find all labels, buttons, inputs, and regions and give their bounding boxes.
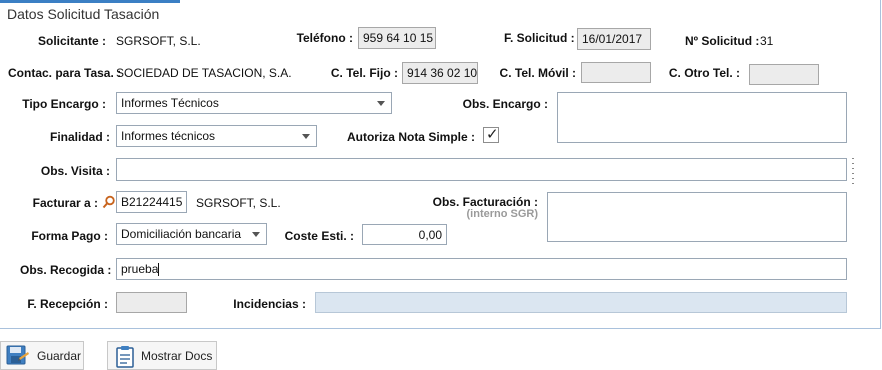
forma-pago-value: Domiciliación bancaria <box>121 227 242 241</box>
finalidad-label: Finalidad : <box>50 130 110 144</box>
solicitud-panel: Datos Solicitud Tasación Solicitante : S… <box>0 0 881 329</box>
telefono-label: Teléfono : <box>296 31 353 45</box>
autoriza-nota-label: Autoriza Nota Simple : <box>346 130 475 144</box>
incidencias-label: Incidencias : <box>233 297 306 311</box>
solicitante-value: SGRSOFT, S.L. <box>116 34 201 48</box>
obs-encargo-label: Obs. Encargo : <box>462 97 548 111</box>
clipboard-icon <box>116 346 134 368</box>
chevron-down-icon <box>252 232 260 237</box>
mostrar-docs-button[interactable]: Mostrar Docs <box>107 341 217 370</box>
check-icon: ✓ <box>486 126 499 143</box>
obs-facturacion-label: Obs. Facturación : <box>432 195 538 209</box>
tipo-encargo-value: Informes Técnicos <box>121 96 219 110</box>
n-solicitud-value: 31 <box>760 34 774 48</box>
c-tel-fijo-field[interactable]: 914 36 02 10 <box>402 62 478 84</box>
search-icon[interactable] <box>102 195 116 209</box>
c-tel-movil-label: C. Tel. Móvil : <box>499 66 576 80</box>
autoriza-nota-checkbox[interactable]: ✓ <box>483 126 499 143</box>
resize-handle <box>852 158 854 188</box>
guardar-button[interactable]: Guardar <box>0 341 84 370</box>
facturar-a-code-field[interactable]: B21224415 <box>116 191 187 213</box>
contac-tasa-label: Contac. para Tasa. : <box>8 66 122 80</box>
f-recepcion-label: F. Recepción : <box>27 297 108 311</box>
coste-esti-label: Coste Esti. : <box>284 229 354 243</box>
telefono-field[interactable]: 959 64 10 15 <box>358 27 436 49</box>
obs-facturacion-textarea[interactable] <box>547 192 847 242</box>
coste-esti-field[interactable]: 0,00 <box>362 224 447 245</box>
chevron-down-icon <box>302 134 310 139</box>
obs-recogida-field[interactable]: prueba <box>116 258 847 280</box>
panel-accent <box>0 0 180 3</box>
facturar-a-name: SGRSOFT, S.L. <box>196 196 281 210</box>
obs-visita-field[interactable] <box>116 158 847 181</box>
finalidad-value: Informes técnicos <box>121 129 216 143</box>
guardar-label: Guardar <box>37 349 82 363</box>
mostrar-docs-label: Mostrar Docs <box>141 349 213 363</box>
obs-recogida-label: Obs. Recogida : <box>20 263 112 277</box>
forma-pago-label: Forma Pago : <box>31 229 108 243</box>
obs-visita-label: Obs. Visita : <box>40 164 110 178</box>
solicitante-label: Solicitante : <box>37 34 106 48</box>
interno-sgr-note: (interno SGR) <box>466 208 539 220</box>
c-tel-fijo-label: C. Tel. Fijo : <box>330 66 398 80</box>
text-cursor <box>158 263 160 277</box>
incidencias-field[interactable] <box>315 292 847 313</box>
c-tel-movil-field[interactable] <box>581 62 651 83</box>
save-icon <box>6 345 29 365</box>
f-recepcion-field[interactable] <box>116 292 187 313</box>
facturar-a-label: Facturar a : <box>32 196 98 210</box>
c-otro-tel-label: C. Otro Tel. : <box>668 66 740 80</box>
n-solicitud-label: Nº Solicitud : <box>685 34 760 48</box>
f-solicitud-label: F. Solicitud : <box>504 31 575 45</box>
tipo-encargo-select[interactable]: Informes Técnicos <box>116 92 392 114</box>
obs-recogida-value: prueba <box>121 262 159 276</box>
tipo-encargo-label: Tipo Encargo : <box>22 97 106 111</box>
f-solicitud-field[interactable]: 16/01/2017 <box>577 28 651 50</box>
obs-encargo-textarea[interactable] <box>557 92 847 143</box>
chevron-down-icon <box>377 101 385 106</box>
finalidad-select[interactable]: Informes técnicos <box>116 125 317 147</box>
section-title: Datos Solicitud Tasación <box>7 6 160 22</box>
forma-pago-select[interactable]: Domiciliación bancaria <box>116 223 267 245</box>
c-otro-tel-field[interactable] <box>749 64 819 85</box>
contac-tasa-value: SOCIEDAD DE TASACION, S.A. <box>116 66 292 80</box>
